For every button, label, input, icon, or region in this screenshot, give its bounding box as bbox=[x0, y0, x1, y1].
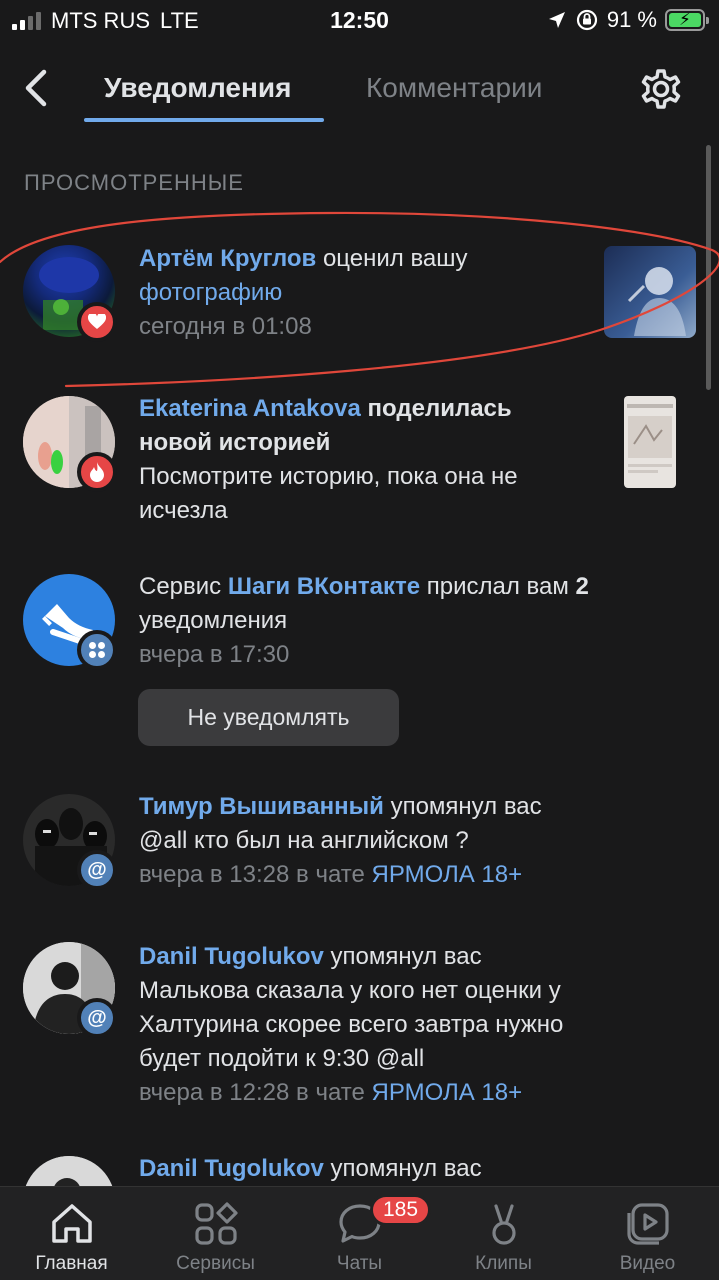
section-title: ПРОСМОТРЕННЫЕ bbox=[24, 170, 244, 195]
battery-charging-icon: ⚡ bbox=[665, 9, 709, 31]
timestamp: вчера в 13:28 в чате bbox=[139, 861, 372, 888]
story-thumbnail[interactable] bbox=[624, 396, 676, 488]
author-link[interactable]: Danil Tugolukov bbox=[139, 1155, 324, 1182]
nav-label: Чаты bbox=[336, 1253, 383, 1274]
author-link[interactable]: Danil Tugolukov bbox=[139, 943, 324, 970]
screen: MTS RUS LTE 12:50 91 % ⚡ Уведомления Ком… bbox=[0, 0, 719, 1280]
tab-notifications[interactable]: Уведомления bbox=[104, 72, 291, 104]
body-line1: Посмотрите историю, пока она не bbox=[139, 463, 518, 490]
chat-link[interactable]: ЯРМОЛА 18+ bbox=[372, 1079, 523, 1106]
timestamp: вчера в 12:28 в чате bbox=[139, 1079, 372, 1106]
timestamp: сегодня в 01:08 bbox=[139, 313, 312, 340]
count-text: 2 bbox=[575, 573, 589, 600]
nav-clips[interactable]: Клипы bbox=[432, 1187, 575, 1280]
at-icon: @ bbox=[77, 850, 117, 890]
avatar[interactable] bbox=[23, 1156, 115, 1186]
nav-label: Сервисы bbox=[176, 1253, 255, 1274]
status-bar: MTS RUS LTE 12:50 91 % ⚡ bbox=[0, 0, 719, 40]
at-icon: @ bbox=[77, 998, 117, 1038]
action-text: упомянул вас bbox=[323, 943, 482, 970]
nav-label: Клипы bbox=[475, 1253, 532, 1274]
action-text: упомянул вас bbox=[383, 793, 542, 820]
battery-percent: 91 % bbox=[606, 7, 657, 32]
body-line2: исчезла bbox=[139, 497, 228, 524]
chat-link[interactable]: ЯРМОЛА 18+ bbox=[372, 861, 523, 888]
gear-icon[interactable] bbox=[636, 64, 686, 114]
action-text: прислал вам bbox=[420, 573, 576, 600]
orientation-lock-icon bbox=[576, 9, 597, 31]
notification-item[interactable]: Ekaterina Antakova поделилась новой исто… bbox=[0, 392, 719, 542]
heart-icon bbox=[77, 302, 117, 342]
bottom-navigation: Главная Сервисы Чаты Клипы Видео bbox=[0, 1186, 719, 1280]
services-grid-icon bbox=[77, 630, 117, 670]
clips-icon bbox=[491, 1204, 516, 1245]
author-link[interactable]: Ekaterina Antakova bbox=[139, 395, 361, 422]
nav-home[interactable]: Главная bbox=[0, 1187, 143, 1280]
location-icon bbox=[548, 12, 565, 28]
notification-text: Тимур Вышиванный упомянул вас @all кто б… bbox=[139, 790, 699, 892]
nav-label: Главная bbox=[35, 1253, 108, 1274]
notification-text: Артём Круглов оценил вашу фотографию сег… bbox=[139, 242, 589, 344]
nav-video[interactable]: Видео bbox=[576, 1187, 719, 1280]
photo-thumbnail[interactable] bbox=[604, 246, 696, 338]
notification-text: Danil Tugolukov упомянул вас Малькова ск… bbox=[139, 940, 699, 1110]
message-line1: Малькова сказала у кого нет оценки у bbox=[139, 977, 561, 1004]
object-link[interactable]: фотографию bbox=[139, 279, 282, 306]
notification-text: Ekaterina Antakova поделилась новой исто… bbox=[139, 392, 609, 528]
service-link[interactable]: Шаги ВКонтакте bbox=[228, 573, 420, 600]
home-icon bbox=[51, 1204, 92, 1243]
action-text-line2: новой историей bbox=[139, 429, 331, 456]
fire-icon bbox=[77, 452, 117, 492]
notification-item[interactable]: Артём Круглов оценил вашу фотографию сег… bbox=[0, 240, 719, 350]
chevron-left-icon[interactable] bbox=[18, 66, 58, 110]
active-tab-indicator bbox=[84, 118, 324, 122]
notification-item[interactable]: @ Danil Tugolukov упомянул вас Малькова … bbox=[0, 940, 719, 1120]
tab-comments[interactable]: Комментарии bbox=[366, 72, 542, 104]
notification-item[interactable]: @ Тимур Вышиванный упомянул вас @all кто… bbox=[0, 790, 719, 900]
prefix-text: Сервис bbox=[139, 573, 228, 600]
chats-unread-badge: 185 bbox=[370, 1194, 432, 1226]
notification-text: Danil Tugolukov упомянул вас bbox=[139, 1152, 699, 1186]
nav-services[interactable]: Сервисы bbox=[144, 1187, 287, 1280]
status-right: 91 % ⚡ bbox=[547, 7, 709, 33]
action-text: оценил вашу bbox=[316, 245, 468, 272]
action-text: поделилась bbox=[360, 395, 512, 422]
notification-text: Сервис Шаги ВКонтакте прислал вам 2 увед… bbox=[139, 570, 699, 672]
author-link[interactable]: Артём Круглов bbox=[139, 245, 316, 272]
timestamp: вчера в 17:30 bbox=[139, 641, 290, 668]
message-line3: будет подойти к 9:30 @all bbox=[139, 1045, 425, 1072]
mute-service-button[interactable]: Не уведомлять bbox=[138, 689, 399, 746]
services-icon bbox=[194, 1202, 238, 1245]
notification-item[interactable]: Danil Tugolukov упомянул вас bbox=[0, 1152, 719, 1186]
header: Уведомления Комментарии bbox=[0, 56, 719, 126]
action-text: упомянул вас bbox=[323, 1155, 482, 1182]
video-icon bbox=[626, 1203, 669, 1245]
nav-label: Видео bbox=[619, 1253, 676, 1274]
action-text-line2: уведомления bbox=[139, 607, 288, 634]
author-link[interactable]: Тимур Вышиванный bbox=[139, 793, 384, 820]
message-line2: Халтурина скорее всего завтра нужно bbox=[139, 1011, 564, 1038]
message-text: @all кто был на английском ? bbox=[139, 827, 469, 854]
